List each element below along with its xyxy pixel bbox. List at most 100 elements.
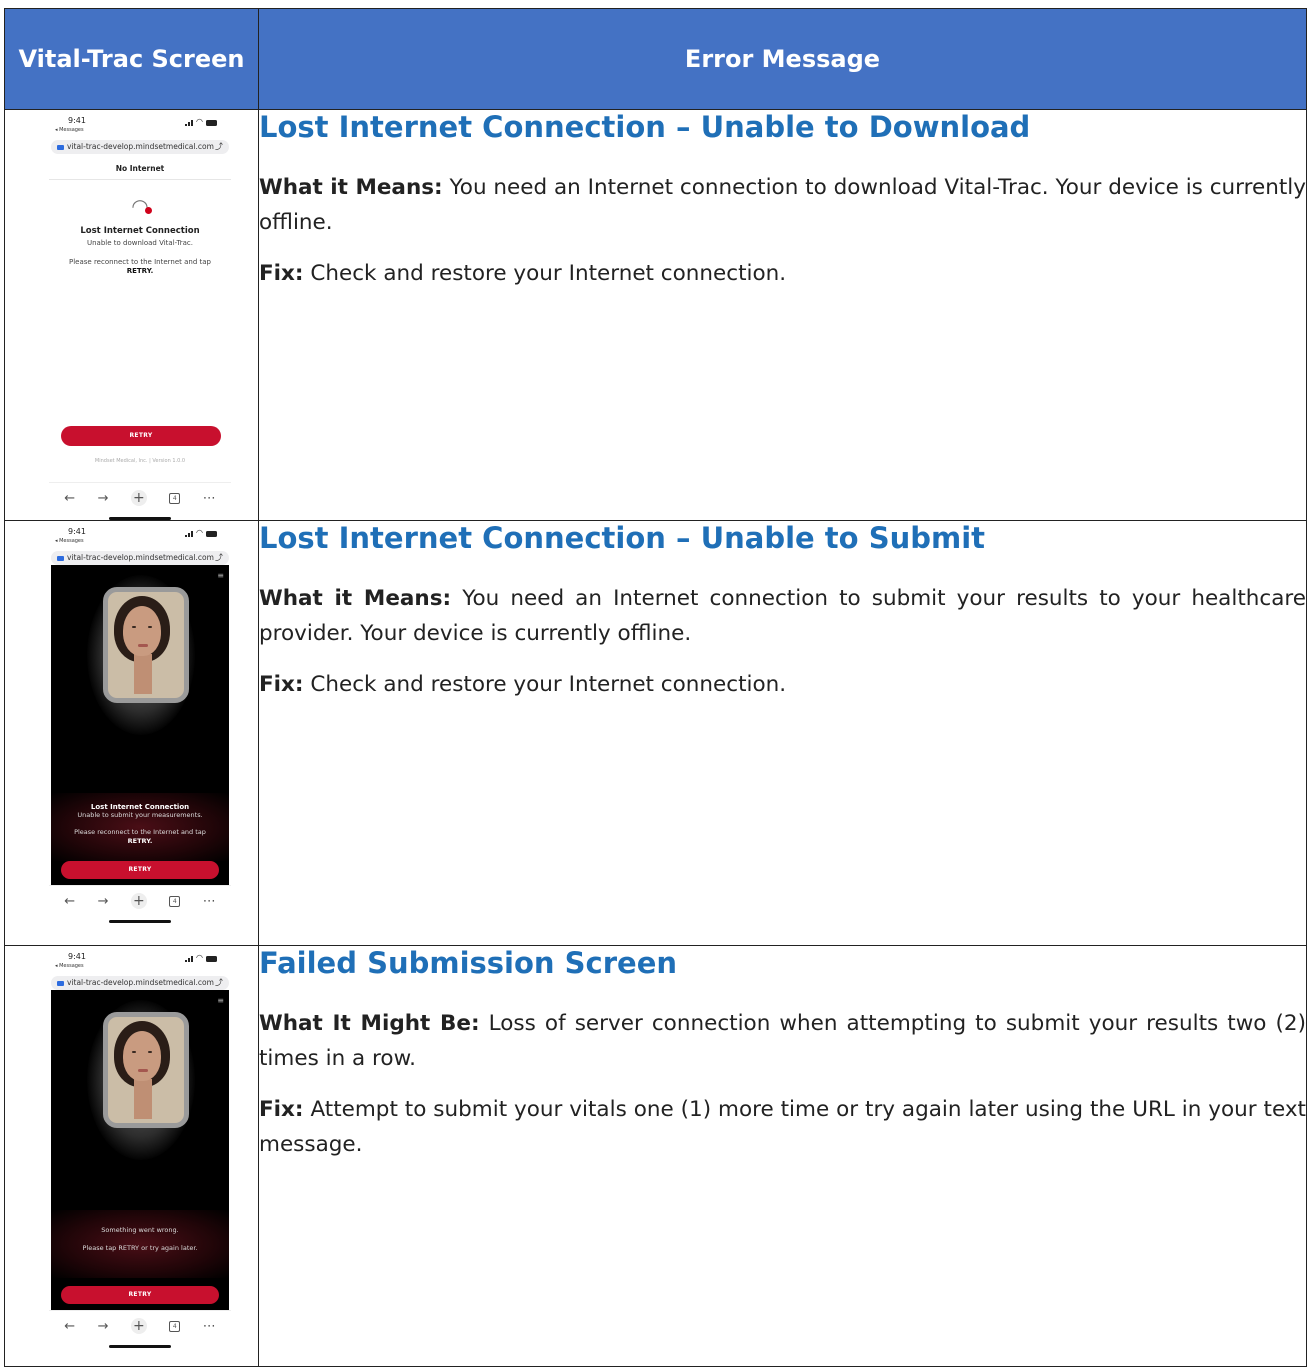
fix-text: Attempt to submit your vitals one (1) mo…: [259, 1097, 1306, 1157]
face-camera-frame: [103, 1012, 189, 1128]
more-icon: ⋯: [202, 893, 216, 909]
error-title: Lost Internet Connection – Unable to Dow…: [259, 110, 1031, 144]
phone-screen-content: ≡ Lost Internet Connection Unable to sub…: [51, 565, 229, 885]
wifi-icon: ◠: [196, 117, 203, 126]
error-panel: Lost Internet Connection Unable to submi…: [51, 793, 229, 861]
back-arrow-icon: ←: [64, 1318, 76, 1334]
message-cell: Lost Internet Connection – Unable to Sub…: [258, 520, 1307, 946]
phone-screenshot-failed-submission: 9:41 ◂ Messages ◠ vital-trac-develop.min…: [49, 952, 231, 1348]
retry-button: RETRY: [61, 1286, 219, 1304]
phone-screen-content: ≡ Something went wrong. Please tap RETRY…: [51, 990, 229, 1310]
screen-line: RETRY.: [126, 267, 154, 275]
menu-icon: ≡: [217, 571, 224, 580]
signal-icon: [185, 531, 194, 537]
error-fix: Fix: Check and restore your Internet con…: [259, 256, 1306, 291]
screenshot-cell: 9:41 ◂ Messages ◠ vital-trac-develop.min…: [4, 109, 259, 521]
status-bar: 9:41 ◂ Messages ◠: [49, 116, 231, 140]
url-bar: vital-trac-develop.mindsetmedical.com ⤴: [51, 551, 229, 565]
screen-heading: Lost Internet Connection: [80, 226, 200, 236]
plus-icon: +: [130, 490, 147, 506]
fix-label: Fix:: [259, 672, 304, 697]
version-footer: Mindset Medical, Inc. | Version 1.0.0: [94, 458, 186, 464]
retry-button: RETRY: [61, 861, 219, 879]
back-to-messages: ◂ Messages: [55, 127, 84, 133]
wifi-icon: ◠: [196, 953, 203, 962]
battery-icon: [206, 120, 217, 126]
meaning-label: What it Means:: [259, 175, 443, 200]
camera-icon: [57, 144, 64, 150]
clock: 9:41: [68, 952, 86, 961]
signal-icon: [185, 956, 194, 962]
error-title: Lost Internet Connection – Unable to Sub…: [259, 521, 986, 555]
battery-icon: [206, 531, 217, 537]
error-title: Failed Submission Screen: [259, 946, 678, 980]
screen-line: Something went wrong.: [101, 1226, 179, 1234]
clock: 9:41: [68, 116, 86, 125]
more-icon: ⋯: [202, 490, 216, 506]
back-to-messages: ◂ Messages: [55, 538, 84, 544]
battery-icon: [206, 956, 217, 962]
forward-arrow-icon: →: [97, 1318, 109, 1334]
error-guide-table: Vital-Trac Screen Error Message 9:41 ◂ M…: [4, 8, 1307, 1367]
fix-text: Check and restore your Internet connecti…: [303, 672, 787, 697]
url-text: vital-trac-develop.mindsetmedical.com: [67, 553, 214, 562]
meaning-label: What it Means:: [259, 586, 452, 611]
back-arrow-icon: ←: [64, 893, 76, 909]
screen-line: Please tap RETRY or try again later.: [82, 1244, 198, 1252]
table-row: 9:41 ◂ Messages ◠ vital-trac-develop.min…: [4, 109, 1307, 521]
url-bar: vital-trac-develop.mindsetmedical.com ⤴: [51, 976, 229, 990]
phone-screen-content: No Internet ◠ Lost Internet Connection U…: [49, 154, 231, 482]
column-header-message: Error Message: [258, 8, 1307, 110]
face-camera-frame: [103, 587, 189, 703]
status-bar: 9:41 ◂ Messages ◠: [49, 527, 231, 551]
plus-icon: +: [130, 893, 147, 909]
camera-icon: [57, 980, 64, 986]
share-icon: ⤴: [215, 142, 223, 151]
message-cell: Lost Internet Connection – Unable to Dow…: [258, 109, 1307, 521]
page-title: No Internet: [49, 154, 231, 180]
error-meaning: What It Might Be: Loss of server connect…: [259, 1006, 1306, 1076]
screen-line: Unable to submit your measurements.: [77, 811, 203, 819]
browser-toolbar: ← → + 4 ⋯: [49, 482, 231, 513]
table-row: 9:41 ◂ Messages ◠ vital-trac-develop.min…: [4, 945, 1307, 1367]
screen-line: RETRY.: [127, 837, 153, 845]
browser-toolbar: ← → + 4 ⋯: [49, 885, 231, 916]
retry-button: RETRY: [61, 426, 221, 446]
error-meaning: What it Means: You need an Internet conn…: [259, 581, 1306, 651]
screen-heading: Lost Internet Connection: [90, 803, 190, 811]
screen-line: Please reconnect to the Internet and tap: [69, 258, 211, 266]
tabs-icon: 4: [169, 1320, 181, 1332]
fix-label: Fix:: [259, 1097, 304, 1122]
tabs-icon: 4: [169, 895, 181, 907]
tabs-icon: 4: [169, 492, 181, 504]
menu-icon: ≡: [217, 996, 224, 1005]
home-indicator: [109, 920, 171, 923]
forward-arrow-icon: →: [97, 893, 109, 909]
share-icon: ⤴: [215, 553, 223, 562]
share-icon: ⤴: [215, 978, 223, 987]
error-fix: Fix: Check and restore your Internet con…: [259, 667, 1306, 702]
phone-screenshot-no-internet: 9:41 ◂ Messages ◠ vital-trac-develop.min…: [49, 116, 231, 520]
wifi-error-icon: ◠: [49, 194, 231, 218]
wifi-icon: ◠: [196, 528, 203, 537]
screenshot-cell: 9:41 ◂ Messages ◠ vital-trac-develop.min…: [4, 520, 259, 946]
forward-arrow-icon: →: [97, 490, 109, 506]
error-meaning: What it Means: You need an Internet conn…: [259, 170, 1306, 240]
url-text: vital-trac-develop.mindsetmedical.com: [67, 142, 214, 151]
status-bar: 9:41 ◂ Messages ◠: [49, 952, 231, 976]
url-text: vital-trac-develop.mindsetmedical.com: [67, 978, 214, 987]
plus-icon: +: [130, 1318, 147, 1334]
screen-line: Unable to download Vital-Trac.: [86, 239, 194, 247]
camera-icon: [57, 555, 64, 561]
screenshot-cell: 9:41 ◂ Messages ◠ vital-trac-develop.min…: [4, 945, 259, 1367]
fix-label: Fix:: [259, 261, 304, 286]
signal-icon: [185, 120, 194, 126]
column-header-screen: Vital-Trac Screen: [4, 8, 259, 110]
fix-text: Check and restore your Internet connecti…: [303, 261, 787, 286]
url-bar: vital-trac-develop.mindsetmedical.com ⤴: [51, 140, 229, 154]
meaning-label: What It Might Be:: [259, 1011, 480, 1036]
phone-screenshot-submit-offline: 9:41 ◂ Messages ◠ vital-trac-develop.min…: [49, 527, 231, 923]
screen-line: Please reconnect to the Internet and tap: [74, 828, 206, 836]
more-icon: ⋯: [202, 1318, 216, 1334]
error-fix: Fix: Attempt to submit your vitals one (…: [259, 1092, 1306, 1162]
